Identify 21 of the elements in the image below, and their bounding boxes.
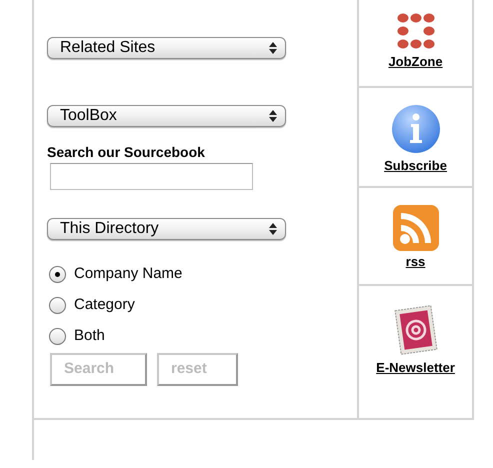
radio-button[interactable] bbox=[49, 297, 66, 314]
icon-link[interactable]: JobZone bbox=[388, 52, 443, 72]
radio-label: Company Name bbox=[74, 264, 182, 284]
icon-link[interactable]: E-Newsletter bbox=[376, 358, 455, 378]
stepper-icon bbox=[269, 110, 277, 122]
radio-label: Both bbox=[74, 326, 105, 346]
search-label: Search our Sourcebook bbox=[47, 143, 206, 161]
stepper-icon bbox=[269, 223, 277, 235]
info-icon bbox=[390, 104, 441, 154]
icon-link[interactable]: Subscribe bbox=[384, 156, 447, 176]
stepper-icon bbox=[269, 42, 277, 54]
dot-grid-icon bbox=[396, 12, 435, 50]
icon-link[interactable]: rss bbox=[406, 252, 426, 272]
rss-icon bbox=[392, 205, 439, 251]
radio-button[interactable] bbox=[49, 328, 66, 345]
search-field[interactable] bbox=[50, 163, 253, 190]
radio-button[interactable] bbox=[49, 266, 66, 283]
radio-label: Category bbox=[74, 295, 135, 316]
dropdown[interactable]: Related Sites bbox=[47, 37, 286, 59]
dropdown[interactable]: This Directory bbox=[47, 218, 286, 240]
dropdown[interactable]: ToolBox bbox=[47, 105, 286, 127]
